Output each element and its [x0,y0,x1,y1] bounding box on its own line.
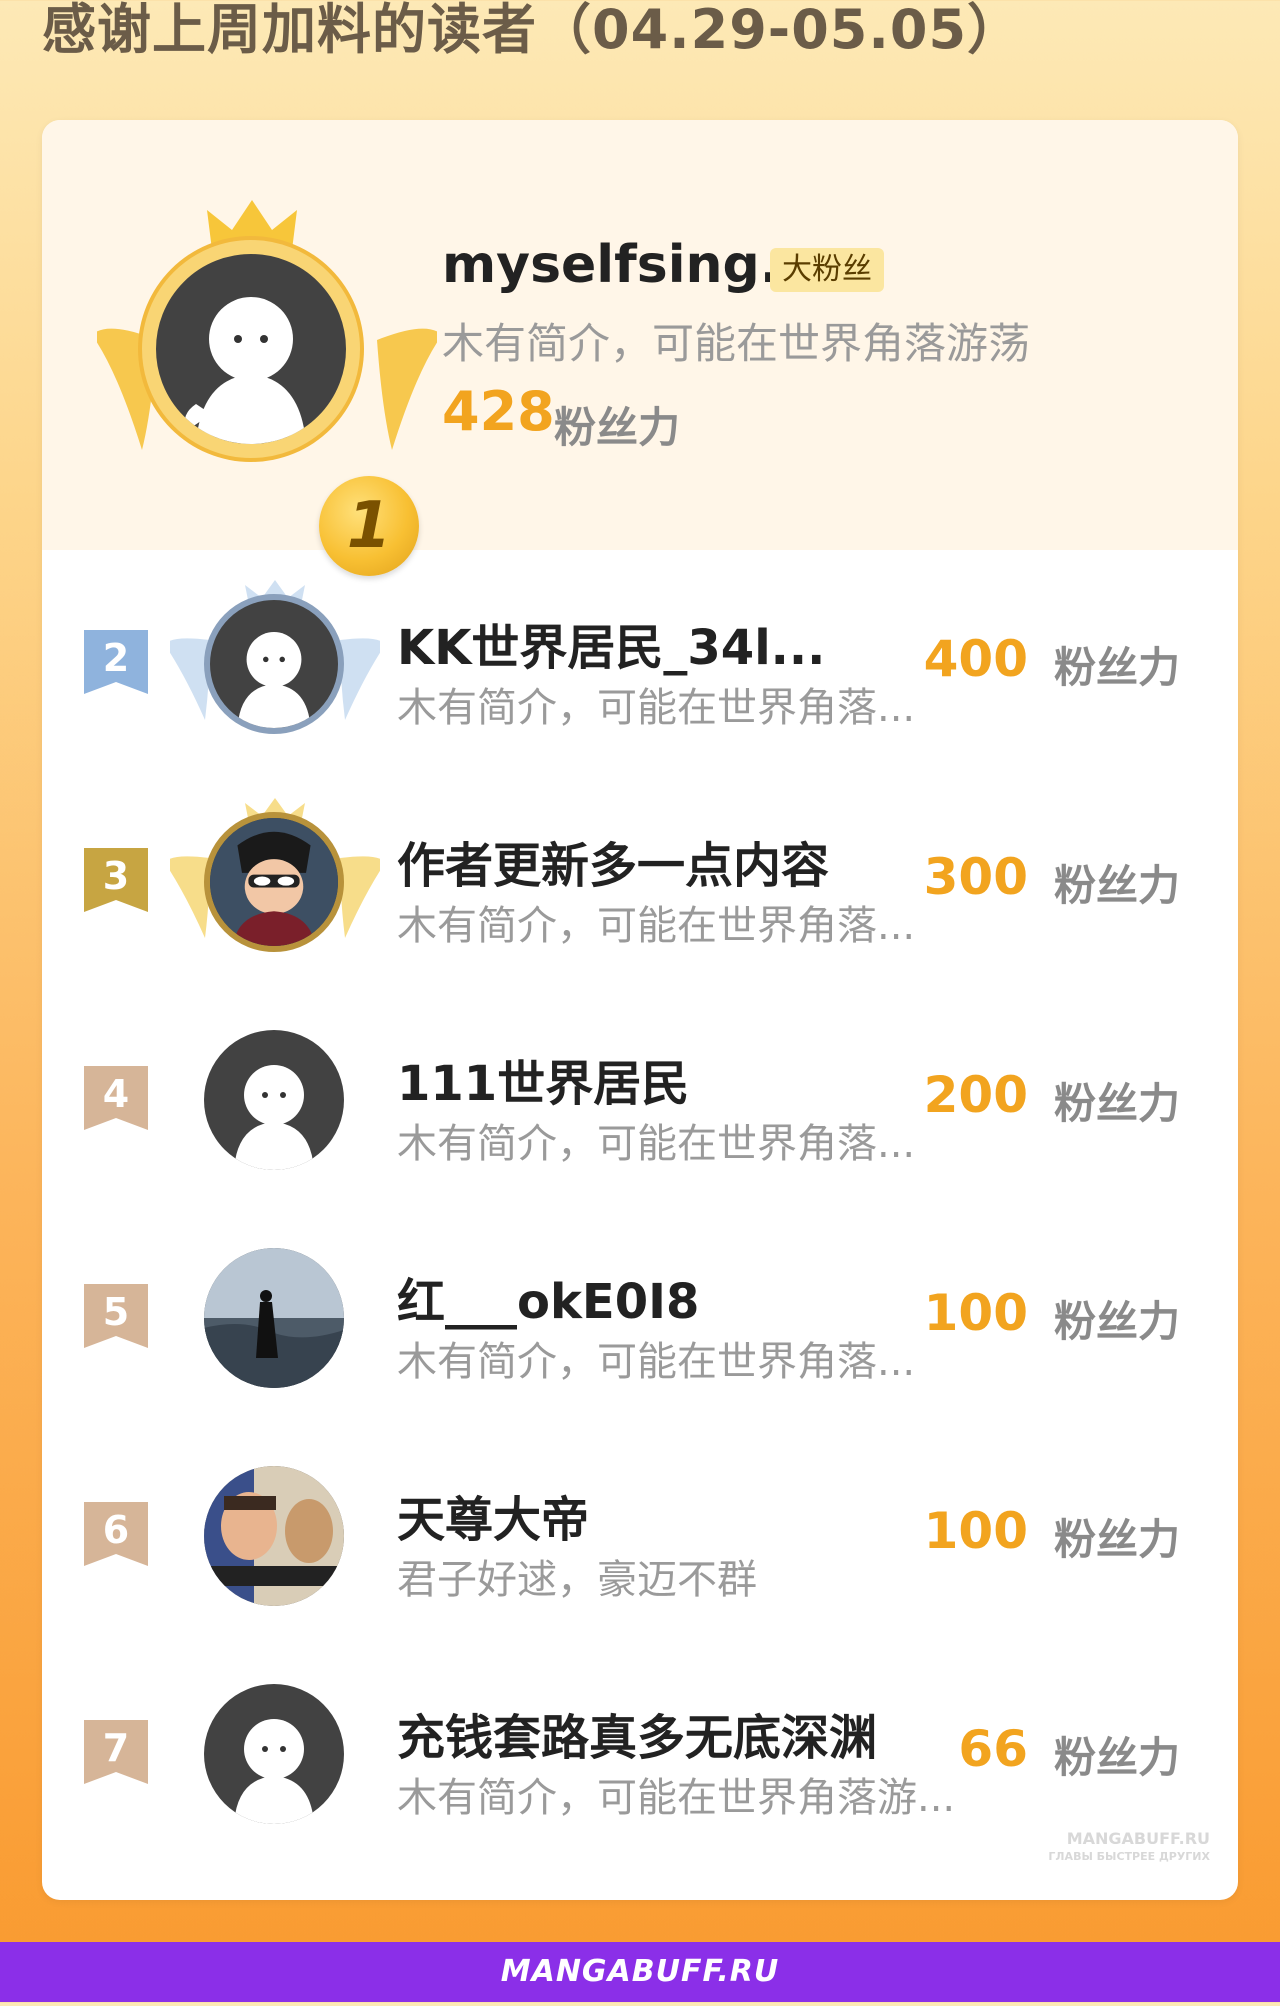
rank-number: 6 [102,1508,130,1552]
page-title: 感谢上周加料的读者（04.29-05.05） [42,0,1023,61]
rank-number: 2 [102,636,130,680]
watermark: MANGABUFF.RU ГЛАВЫ БЫСТРЕЕ ДРУГИХ [1048,1830,1210,1866]
top-fan-score: 428 [442,380,555,443]
default-avatar-icon [184,297,306,444]
watermark-line1: MANGABUFF.RU [1066,1829,1210,1848]
list-item[interactable]: 3 作者更新多一点内容 木有简介，可能在世界角落... 300 粉丝力 [42,778,1238,996]
watermark-line2: ГЛАВЫ БЫСТРЕЕ ДРУГИХ [1048,1850,1210,1863]
big-fan-badge: 大粉丝 [770,248,884,292]
user-name[interactable]: 红___okE0I8 [397,1262,699,1332]
cartoon-avatar-icon [210,818,338,946]
user-score: 300 [923,848,1028,906]
user-name[interactable]: 充钱套路真多无底深渊 [397,1698,877,1768]
user-bio: 木有简介，可能在世界角落... [397,1339,916,1385]
top-avatar-frame: 1 [97,240,437,576]
score-unit: 粉丝力 [1053,1297,1180,1346]
leaderboard-card: 1 myselfsing... 大粉丝 木有简介，可能在世界角落游荡 428 粉… [42,120,1238,1900]
user-bio: 君子好逑，豪迈不群 [397,1557,757,1603]
default-avatar-icon [234,1719,314,1824]
user-avatar[interactable] [204,1684,344,1824]
comic-avatar-icon [204,1466,344,1606]
user-name[interactable]: 作者更新多一点内容 [397,826,829,896]
rank-number: 5 [102,1290,130,1334]
rank-number: 4 [102,1072,130,1116]
user-bio: 木有简介，可能在世界角落... [397,1121,916,1167]
list-item[interactable]: 2 KK世界居民_34l... 木有简介，可能在世界角落... 400 粉丝力 [42,560,1238,778]
user-avatar[interactable] [204,1030,344,1170]
user-bio: 木有简介，可能在世界角落游... [397,1775,956,1821]
rank-number: 7 [102,1726,130,1770]
footer-site-link[interactable]: MANGABUFF.RU [501,1954,779,1989]
top-fan-section[interactable]: 1 myselfsing... 大粉丝 木有简介，可能在世界角落游荡 428 粉… [42,120,1238,576]
user-score: 100 [923,1502,1028,1560]
top-fan-bio: 木有简介，可能在世界角落游荡 [442,319,1031,368]
score-unit: 粉丝力 [1053,861,1180,910]
user-score: 66 [958,1720,1028,1778]
list-item[interactable]: 4 111世界居民 木有简介，可能在世界角落... 200 粉丝力 [42,996,1238,1214]
user-bio: 木有简介，可能在世界角落... [397,685,916,731]
list-item[interactable]: 6 天尊大帝 君子好逑，豪迈不群 100 粉丝力 [42,1432,1238,1650]
score-unit: 粉丝力 [1053,1079,1180,1128]
user-score: 200 [923,1066,1028,1124]
top-fan-avatar[interactable] [142,240,360,458]
user-score: 100 [923,1284,1028,1342]
rank-number: 3 [102,854,130,898]
score-unit: 粉丝力 [1053,1515,1180,1564]
user-avatar[interactable] [204,1466,344,1606]
user-avatar[interactable] [204,1248,344,1388]
user-score: 400 [923,630,1028,688]
user-name[interactable]: 111世界居民 [397,1044,689,1114]
photo-avatar-icon [204,1248,344,1388]
score-unit: 粉丝力 [1053,1733,1180,1782]
top-fan-name[interactable]: myselfsing... [442,235,819,295]
user-name[interactable]: KK世界居民_34l... [397,608,825,678]
top-fan-score-unit: 粉丝力 [554,403,681,452]
default-avatar-icon [234,1065,314,1170]
user-avatar[interactable] [204,594,344,734]
user-name[interactable]: 天尊大帝 [397,1480,589,1550]
user-bio: 木有简介，可能在世界角落... [397,903,916,949]
score-unit: 粉丝力 [1053,643,1180,692]
default-avatar-icon [237,632,311,728]
site-footer[interactable]: MANGABUFF.RU [0,1942,1280,2002]
list-item[interactable]: 5 红___okE0I8 木有简介，可能在世界角落... 100 粉丝力 [42,1214,1238,1432]
user-avatar[interactable] [204,812,344,952]
